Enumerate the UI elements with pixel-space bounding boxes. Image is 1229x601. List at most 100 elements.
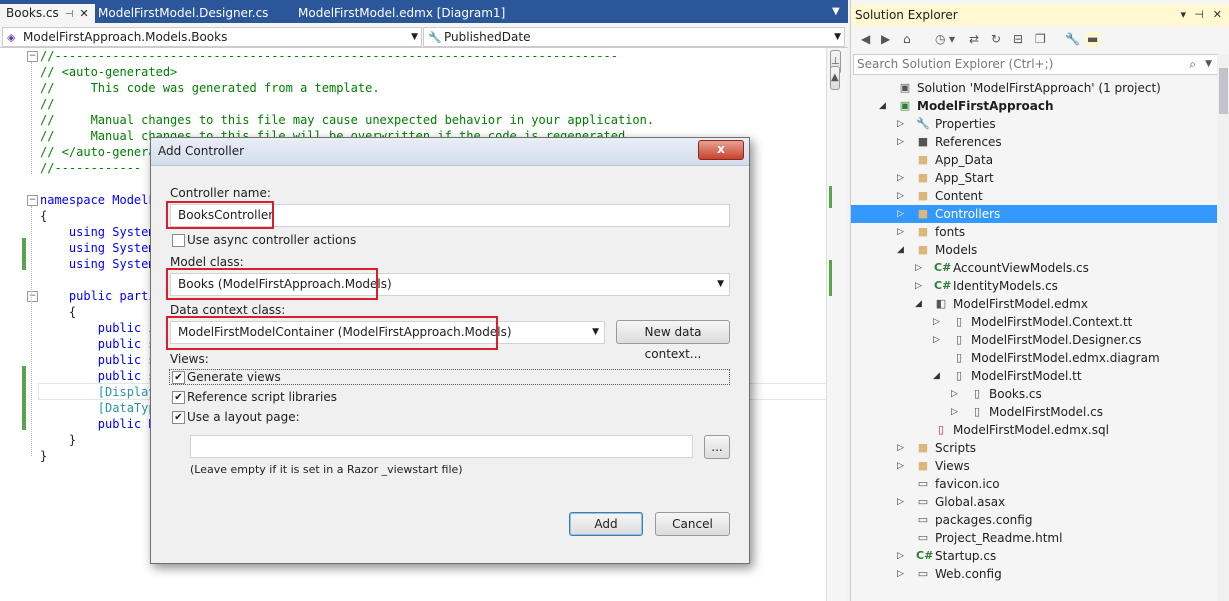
tree-item[interactable]: ▭ Project_Readme.html: [851, 529, 1217, 547]
tree-item[interactable]: ▷ ▯ ModelFirstModel.Designer.cs: [851, 331, 1217, 349]
solution-search-input[interactable]: Search Solution Explorer (Ctrl+;) ⌕ ▼: [853, 54, 1219, 75]
tree-item[interactable]: ▷ ▯ ModelFirstModel.cs: [851, 403, 1217, 421]
fold-icon[interactable]: −: [27, 195, 38, 206]
expanded-arrow-icon[interactable]: ◢: [879, 97, 886, 115]
member-dropdown[interactable]: 🔧 PublishedDate ▼: [423, 27, 845, 47]
collapsed-arrow-icon[interactable]: ▷: [951, 403, 958, 421]
folder-icon: ■: [917, 207, 929, 220]
solution-explorer-scrollbar[interactable]: [1217, 54, 1229, 601]
collapsed-arrow-icon[interactable]: ▷: [897, 205, 904, 223]
tree-item[interactable]: ◢ ▯ ModelFirstModel.tt: [851, 367, 1217, 385]
collapsed-arrow-icon[interactable]: ▷: [897, 223, 904, 241]
dialog-close-button[interactable]: x: [698, 140, 744, 160]
collapsed-arrow-icon[interactable]: ▷: [897, 457, 904, 475]
tree-item[interactable]: ▷ ■ References: [851, 133, 1217, 151]
tab-books-cs[interactable]: Books.cs ⊣ ✕: [0, 4, 95, 23]
tree-item[interactable]: ▷ ■ fonts: [851, 223, 1217, 241]
tree-item[interactable]: ▯ ModelFirstModel.edmx.diagram: [851, 349, 1217, 367]
browse-button[interactable]: ...: [704, 435, 730, 459]
refresh-icon[interactable]: ↻: [991, 32, 1001, 46]
tree-item[interactable]: ▷ ■ Views: [851, 457, 1217, 475]
global-asax-icon: ▭: [917, 495, 929, 508]
tab-overflow-dropdown-icon[interactable]: ▼: [832, 6, 840, 17]
tree-item[interactable]: ▷ ▭ Web.config: [851, 565, 1217, 583]
tree-item-label: App_Data: [935, 153, 994, 167]
reference-scripts-checkbox[interactable]: ✔: [172, 391, 185, 404]
collapsed-arrow-icon[interactable]: ▷: [933, 331, 940, 349]
scroll-up-icon[interactable]: ▲: [830, 66, 840, 90]
tree-item[interactable]: ▭ packages.config: [851, 511, 1217, 529]
collapsed-arrow-icon[interactable]: ▷: [897, 565, 904, 583]
tree-item[interactable]: ▷ C# AccountViewModels.cs: [851, 259, 1217, 277]
tree-item[interactable]: ◢ ◧ ModelFirstModel.edmx: [851, 295, 1217, 313]
chevron-down-icon: ▼: [592, 327, 599, 337]
editor-nav-bar: ◈ ModelFirstApproach.Models.Books ▼ 🔧 Publ…: [0, 26, 848, 48]
add-button[interactable]: Add: [569, 512, 643, 536]
tab-designer-cs[interactable]: ModelFirstModel.Designer.cs: [92, 4, 274, 23]
scroll-thumb[interactable]: [1219, 68, 1228, 114]
type-dropdown[interactable]: ◈ ModelFirstApproach.Models.Books ▼: [2, 27, 422, 47]
tree-item[interactable]: ▷ ■ Controllers: [851, 205, 1217, 223]
async-checkbox[interactable]: [172, 234, 185, 247]
home-icon[interactable]: ⌂: [903, 32, 911, 46]
dropdown-icon[interactable]: ▾: [1180, 4, 1186, 26]
forward-icon[interactable]: ▶: [881, 32, 890, 46]
expanded-arrow-icon[interactable]: ◢: [897, 241, 904, 259]
tree-item[interactable]: ▷ ▯ ModelFirstModel.Context.tt: [851, 313, 1217, 331]
new-data-context-button[interactable]: New data context...: [616, 320, 730, 361]
generate-views-label: Generate views: [187, 370, 281, 384]
collapsed-arrow-icon[interactable]: ▷: [897, 547, 904, 565]
expanded-arrow-icon[interactable]: ◢: [933, 367, 940, 385]
tree-item[interactable]: ▷ ■ Content: [851, 187, 1217, 205]
collapsed-arrow-icon[interactable]: ▷: [951, 385, 958, 403]
layout-page-input[interactable]: [190, 435, 693, 458]
pin-icon[interactable]: ⊣: [1194, 4, 1204, 26]
tree-item[interactable]: ▷ C# Startup.cs: [851, 547, 1217, 565]
tree-item[interactable]: ▣ Solution 'ModelFirstApproach' (1 projec…: [851, 79, 1217, 97]
layout-page-checkbox[interactable]: ✔: [172, 411, 185, 424]
tree-item[interactable]: ■ App_Data: [851, 151, 1217, 169]
editor-scrollbar[interactable]: ⊥ ▲: [826, 48, 847, 601]
sync-icon[interactable]: ⇄: [969, 32, 979, 46]
tree-item[interactable]: ▯ ModelFirstModel.edmx.sql: [851, 421, 1217, 439]
tree-item[interactable]: ▷ ▭ Global.asax: [851, 493, 1217, 511]
preview-icon[interactable]: ▬: [1085, 32, 1101, 46]
generate-views-checkbox[interactable]: ✔: [172, 371, 185, 384]
pin-icon[interactable]: ⊣: [65, 9, 74, 20]
tree-item[interactable]: ▷ ▯ Books.cs: [851, 385, 1217, 403]
tree-item[interactable]: ▷ ■ App_Start: [851, 169, 1217, 187]
back-icon[interactable]: ◀: [861, 32, 870, 46]
collapse-all-icon[interactable]: ⊟: [1013, 32, 1023, 46]
collapsed-arrow-icon[interactable]: ▷: [915, 277, 922, 295]
tab-edmx-diagram[interactable]: ModelFirstModel.edmx [Diagram1]: [292, 4, 511, 23]
collapsed-arrow-icon[interactable]: ▷: [897, 493, 904, 511]
expanded-arrow-icon[interactable]: ◢: [915, 295, 922, 313]
properties-wrench-icon[interactable]: 🔧: [1065, 32, 1080, 46]
close-icon[interactable]: ✕: [1213, 4, 1222, 26]
tree-item[interactable]: ▷ ■ Scripts: [851, 439, 1217, 457]
close-icon[interactable]: ✕: [80, 7, 89, 20]
collapsed-arrow-icon[interactable]: ▷: [933, 313, 940, 331]
collapsed-arrow-icon[interactable]: ▷: [897, 115, 904, 133]
fold-icon[interactable]: −: [27, 291, 38, 302]
tab-label: ModelFirstModel.Designer.cs: [98, 6, 269, 20]
tree-item[interactable]: ▷ 🔧 Properties: [851, 115, 1217, 133]
fold-icon[interactable]: −: [27, 51, 38, 62]
history-icon[interactable]: ◷: [935, 32, 945, 46]
chevron-down-icon[interactable]: ▾: [949, 32, 955, 46]
show-all-files-icon[interactable]: ❐: [1035, 32, 1046, 46]
tree-item[interactable]: ◢ ▣ ModelFirstApproach: [851, 97, 1217, 115]
tree-item[interactable]: ▭ favicon.ico: [851, 475, 1217, 493]
tree-item[interactable]: ◢ ■ Models: [851, 241, 1217, 259]
highlight-box: [166, 268, 378, 300]
collapsed-arrow-icon[interactable]: ▷: [897, 439, 904, 457]
collapsed-arrow-icon[interactable]: ▷: [915, 259, 922, 277]
tree-item[interactable]: ▷ C# IdentityModels.cs: [851, 277, 1217, 295]
fold-guide: [31, 206, 32, 456]
cancel-button[interactable]: Cancel: [655, 512, 730, 536]
chevron-down-icon[interactable]: ▼: [1205, 55, 1212, 74]
collapsed-arrow-icon[interactable]: ▷: [897, 133, 904, 151]
collapsed-arrow-icon[interactable]: ▷: [897, 169, 904, 187]
collapsed-arrow-icon[interactable]: ▷: [897, 187, 904, 205]
search-icon[interactable]: ⌕: [1189, 55, 1196, 74]
